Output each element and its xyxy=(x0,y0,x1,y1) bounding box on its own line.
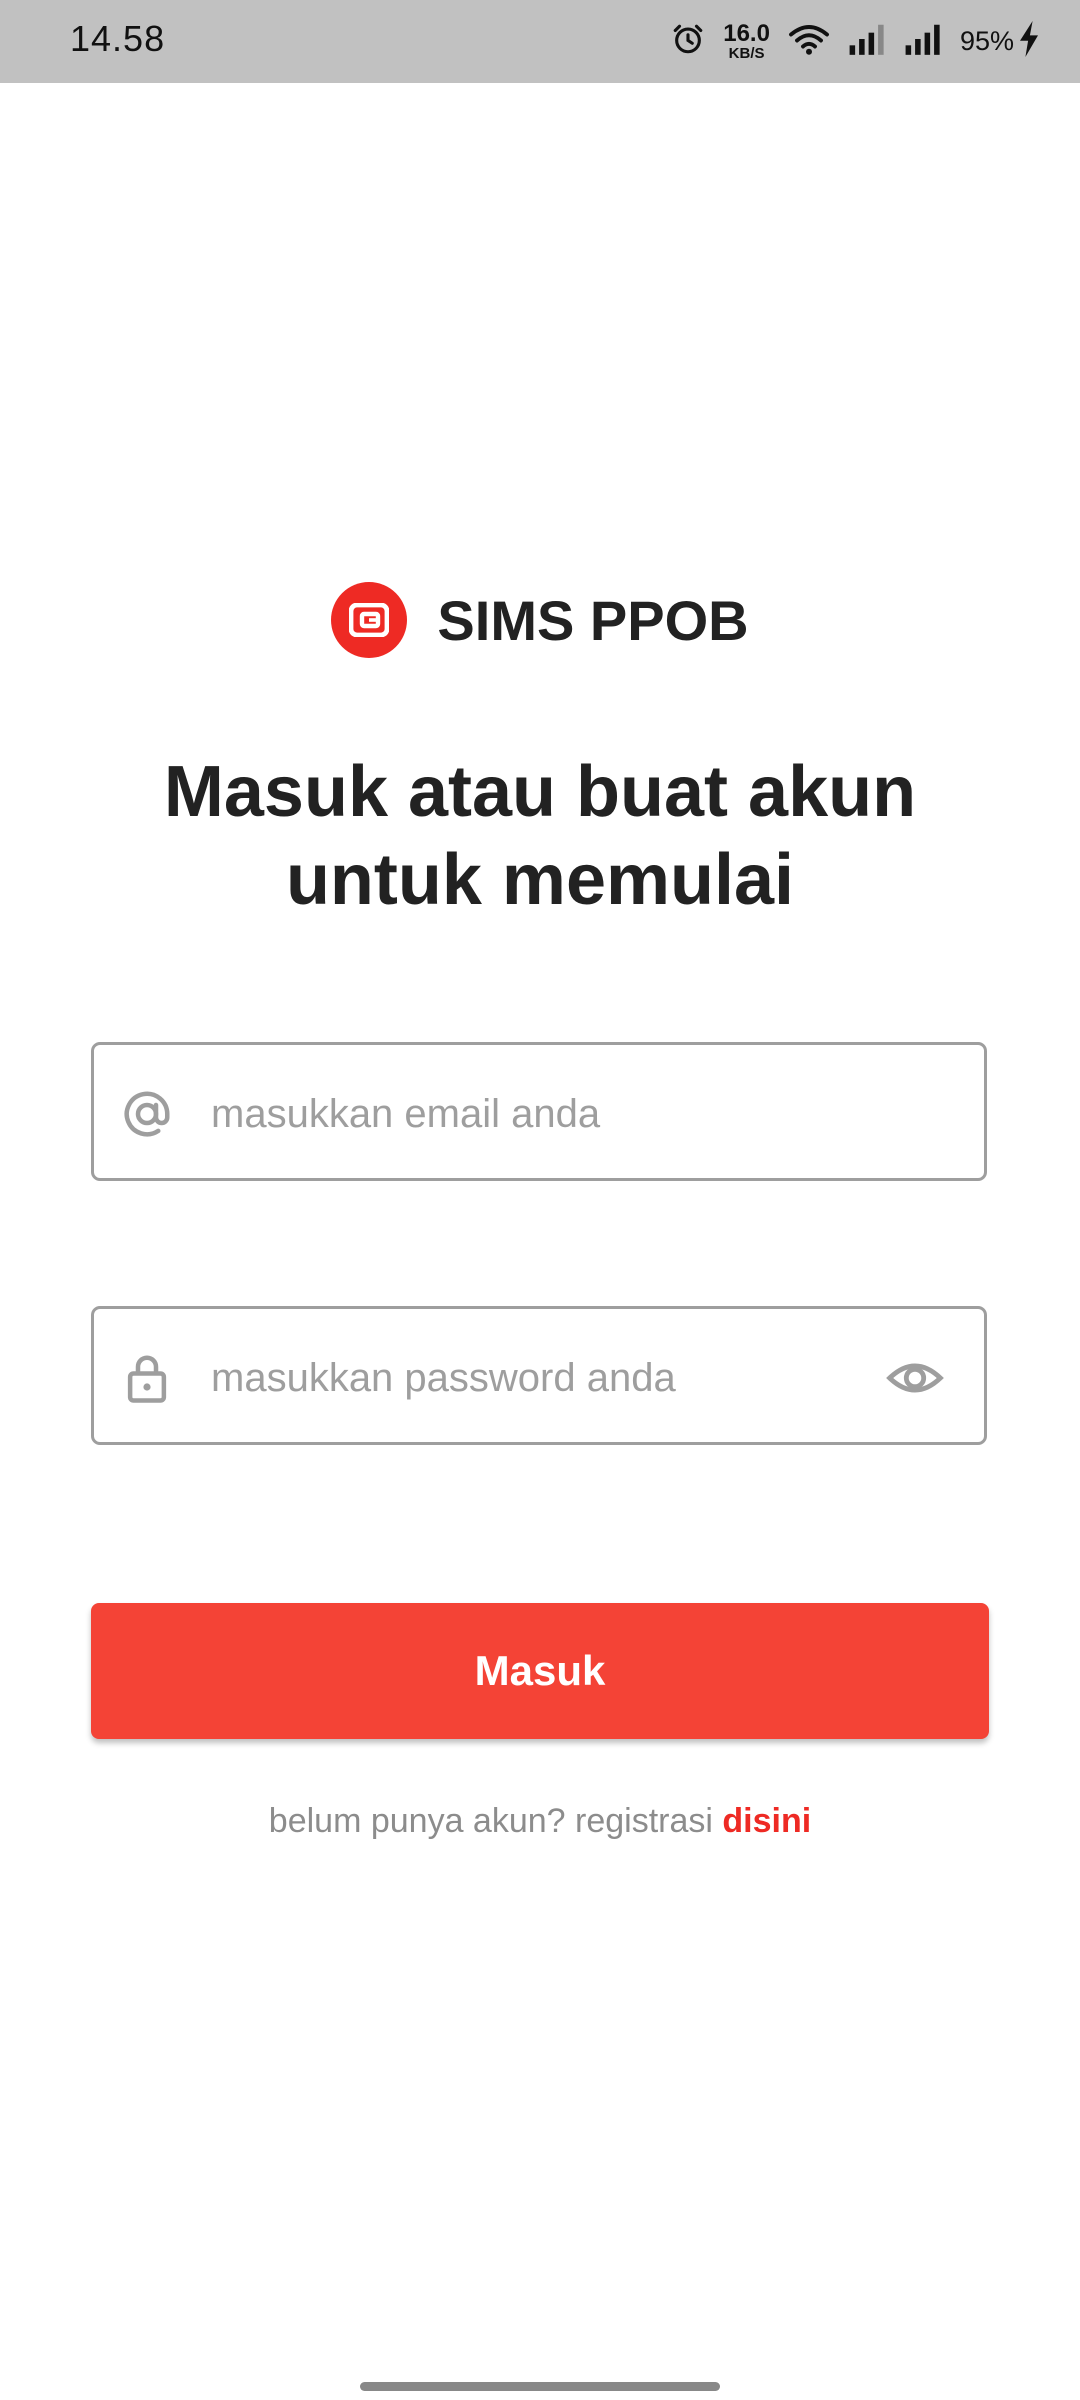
page-title-line-2: untuk memulai xyxy=(285,840,795,920)
brand-header: SIMS PPOB xyxy=(0,580,1080,660)
at-icon xyxy=(120,1087,174,1141)
eye-icon[interactable] xyxy=(886,1349,944,1407)
battery-level: 95% xyxy=(959,25,1014,56)
signal-icon xyxy=(904,23,942,60)
home-indicator[interactable] xyxy=(360,2382,720,2391)
email-field[interactable] xyxy=(91,1042,987,1181)
app-name: SIMS PPOB xyxy=(437,588,749,652)
register-link[interactable]: disini xyxy=(722,1802,811,1840)
page-title: Masuk atau buat akun untuk memulai xyxy=(0,748,1080,924)
alarm-icon xyxy=(671,22,705,61)
lock-icon xyxy=(120,1351,174,1405)
email-input[interactable] xyxy=(211,1075,831,1153)
charging-icon xyxy=(1018,20,1040,62)
net-speed-unit: KB/S xyxy=(728,44,765,62)
page-title-line-1: Masuk atau buat akun xyxy=(163,752,917,832)
wifi-icon xyxy=(788,22,830,61)
status-bar: 14.58 16.0 KB/S 95% xyxy=(0,0,1080,83)
signal-icon xyxy=(848,23,886,60)
register-text: belum punya akun? registrasi xyxy=(268,1802,713,1840)
net-speed-value: 16.0 xyxy=(723,19,770,47)
register-prompt: belum punya akun? registrasi disini xyxy=(0,1802,1080,1841)
wallet-icon xyxy=(331,582,408,658)
login-button[interactable]: Masuk xyxy=(91,1603,989,1739)
password-input[interactable] xyxy=(211,1339,831,1417)
net-speed: 16.0 KB/S xyxy=(723,19,770,62)
status-indicators: 16.0 KB/S 95% xyxy=(653,16,1040,66)
status-time: 14.58 xyxy=(70,18,166,59)
password-field[interactable] xyxy=(91,1306,987,1445)
